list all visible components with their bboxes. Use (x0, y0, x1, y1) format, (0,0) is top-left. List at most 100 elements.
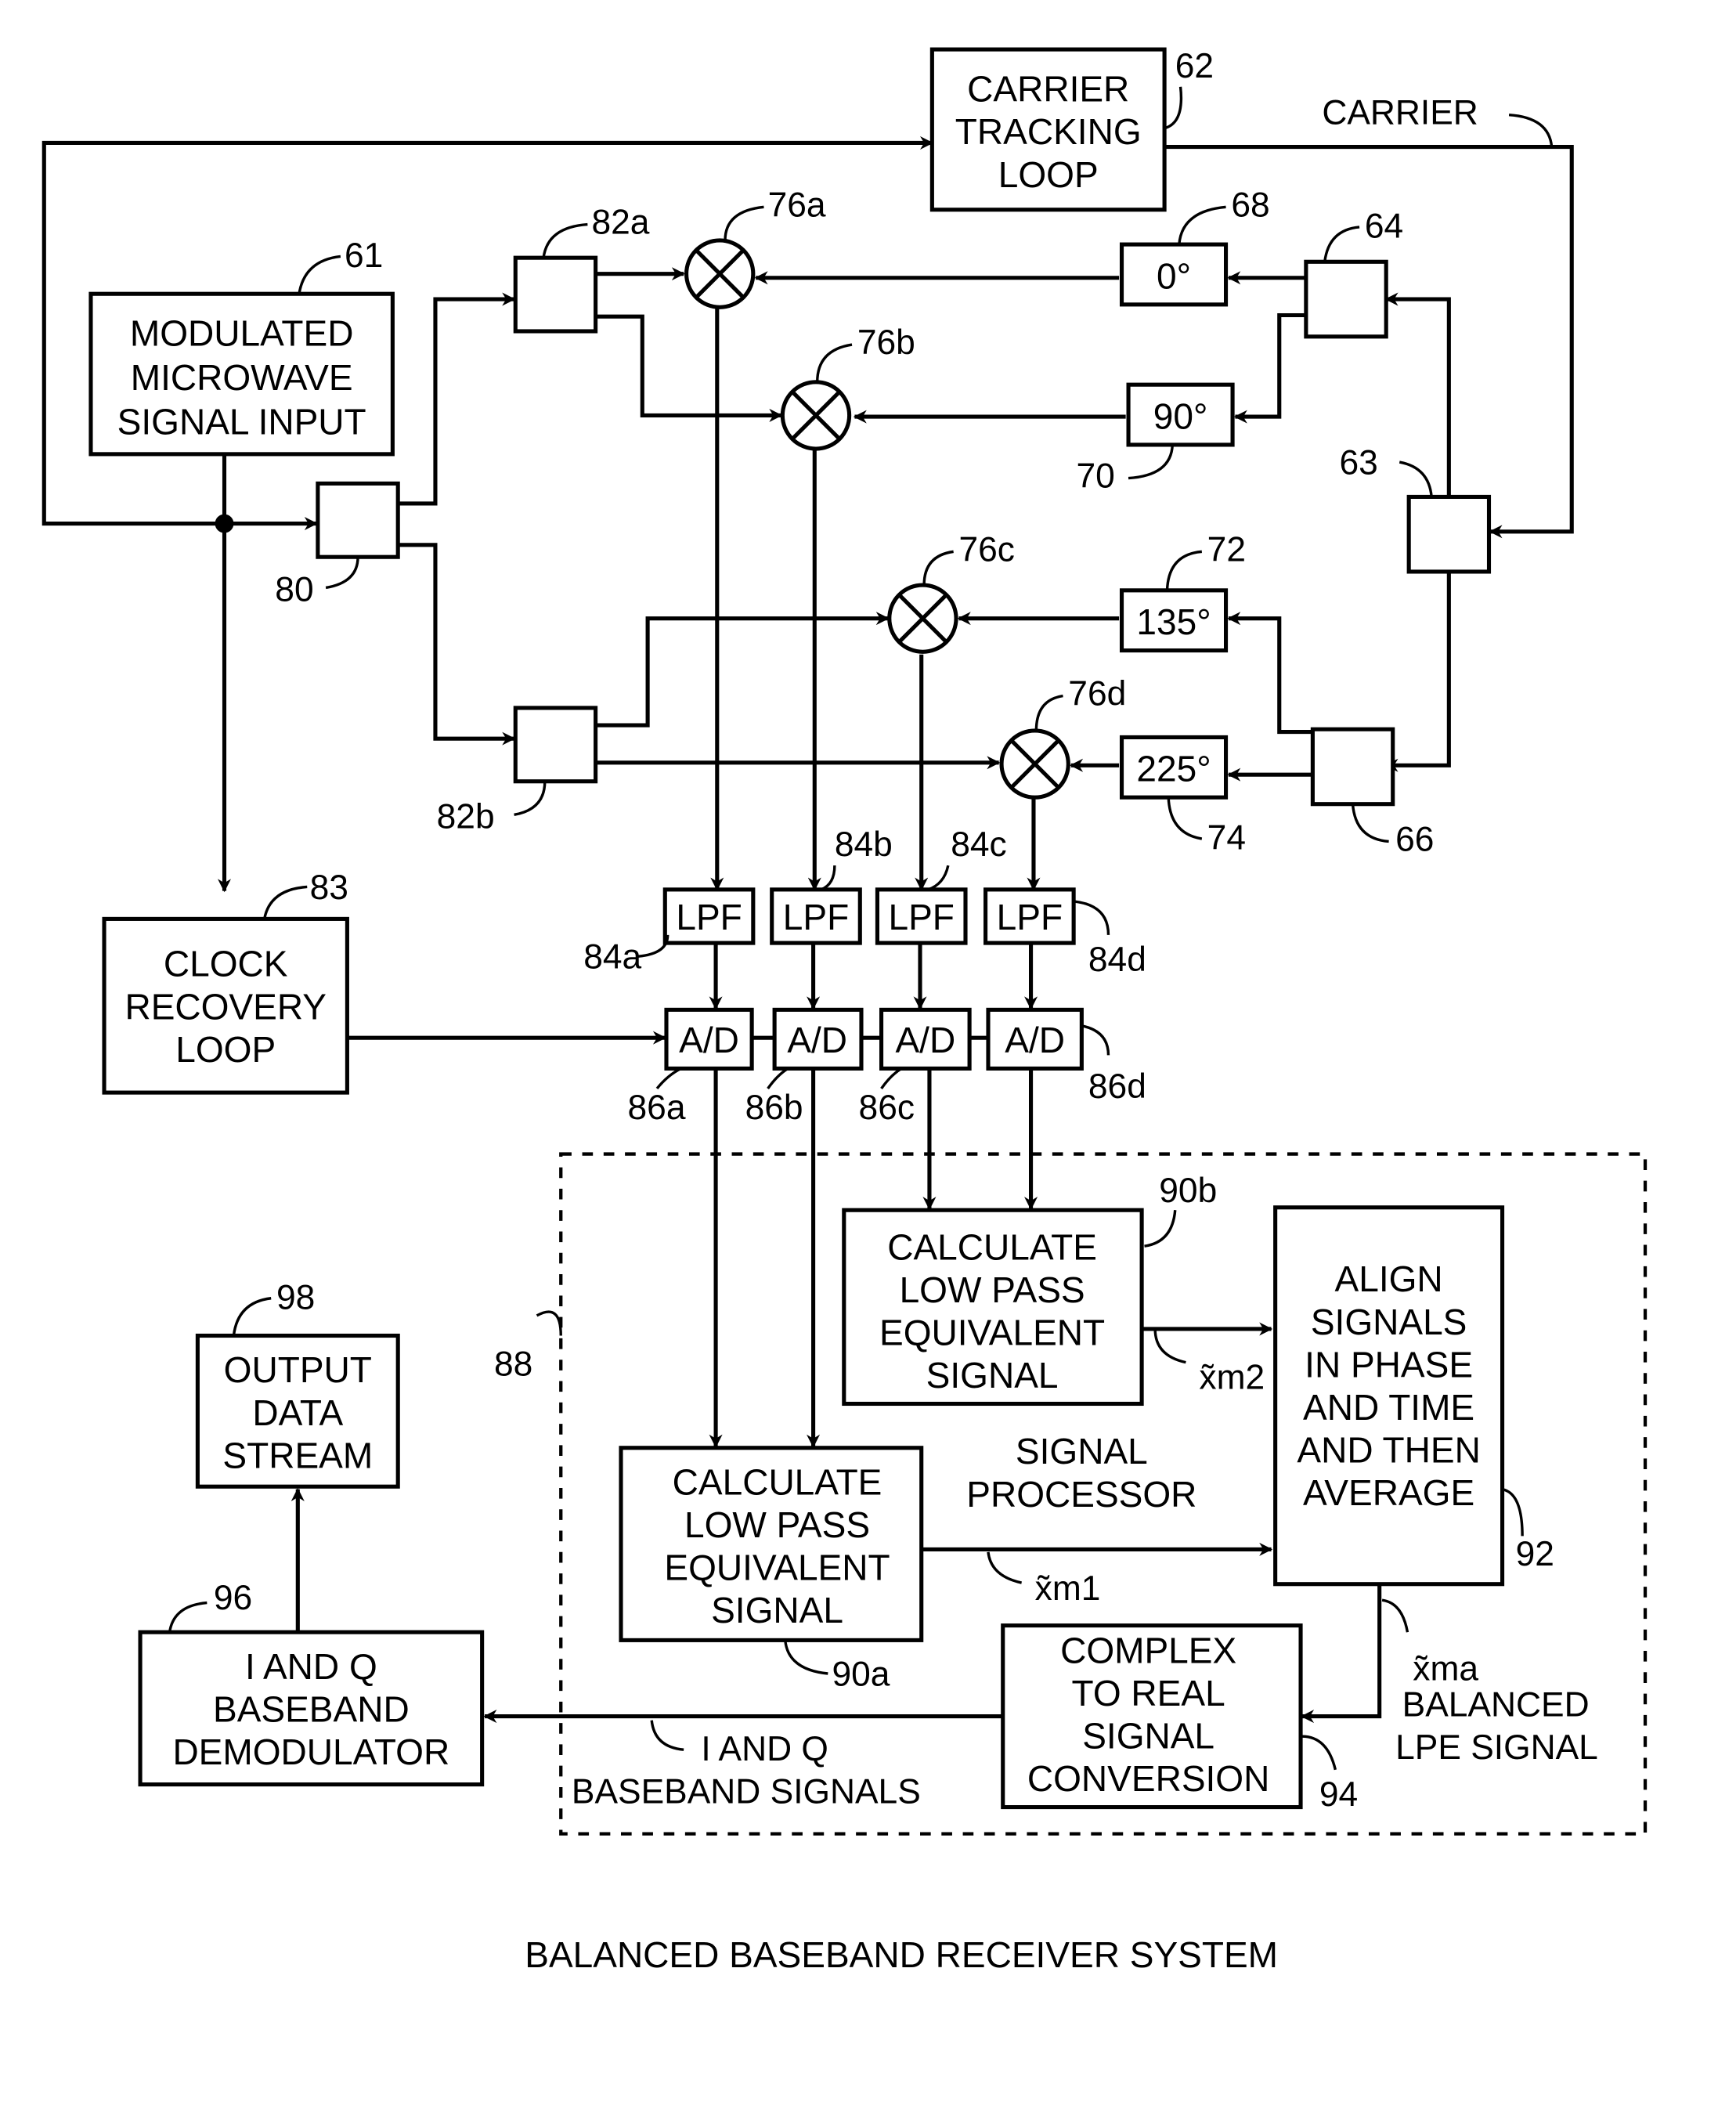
svg-text:LPE SIGNAL: LPE SIGNAL (1395, 1728, 1598, 1767)
svg-text:CALCULATE: CALCULATE (887, 1226, 1097, 1267)
lpe-block-90b: CALCULATELOW PASSEQUIVALENTSIGNAL (842, 1208, 1144, 1407)
svg-text:DEMODULATOR: DEMODULATOR (172, 1732, 449, 1772)
svg-text:MODULATED: MODULATED (130, 313, 354, 354)
svg-text:LOW PASS: LOW PASS (684, 1504, 870, 1545)
svg-text:90°: 90° (1153, 395, 1208, 436)
svg-text:SIGNALS: SIGNALS (1311, 1302, 1467, 1342)
svg-text:x̃m1: x̃m1 (1035, 1569, 1101, 1608)
phase-135: 135° (1119, 588, 1229, 653)
svg-text:SIGNAL: SIGNAL (1082, 1716, 1214, 1757)
splitter-66 (1310, 727, 1395, 807)
svg-text:MICROWAVE: MICROWAVE (131, 357, 353, 398)
clock-recovery-loop-block: CLOCKRECOVERYLOOP (102, 916, 349, 1095)
svg-text:OUTPUT: OUTPUT (224, 1349, 372, 1390)
phase-90: 90° (1126, 382, 1235, 447)
input-block: MODULATEDMICROWAVESIGNAL INPUT (88, 291, 395, 457)
demodulator-block: I AND QBASEBANDDEMODULATOR (138, 1630, 485, 1787)
adc-86a: A/D (664, 1007, 754, 1071)
svg-text:68: 68 (1231, 186, 1269, 224)
svg-text:62: 62 (1175, 47, 1214, 85)
svg-text:63: 63 (1340, 443, 1378, 482)
svg-text:AND THEN: AND THEN (1297, 1430, 1480, 1471)
svg-text:74: 74 (1207, 819, 1246, 858)
lpf-84d: LPF (983, 887, 1076, 945)
svg-text:x̃ma: x̃ma (1413, 1650, 1478, 1688)
svg-text:TRACKING: TRACKING (955, 111, 1142, 152)
svg-text:76d: 76d (1068, 675, 1126, 713)
svg-text:86d: 86d (1088, 1067, 1146, 1106)
mixer-76d (999, 728, 1070, 800)
svg-text:PROCESSOR: PROCESSOR (966, 1474, 1196, 1515)
svg-text:76c: 76c (958, 530, 1014, 569)
svg-text:EQUIVALENT: EQUIVALENT (664, 1547, 890, 1588)
svg-text:88: 88 (494, 1345, 532, 1384)
svg-text:76b: 76b (857, 323, 915, 362)
svg-text:90b: 90b (1159, 1172, 1217, 1210)
svg-text:LPF: LPF (783, 897, 849, 937)
svg-text:83: 83 (310, 869, 348, 907)
svg-text:0°: 0° (1157, 255, 1191, 296)
svg-text:BALANCED: BALANCED (1402, 1686, 1590, 1724)
svg-text:72: 72 (1207, 530, 1246, 569)
svg-text:70: 70 (1077, 457, 1115, 496)
mixer-76a (684, 238, 756, 309)
svg-text:STREAM: STREAM (222, 1435, 373, 1475)
splitter-80 (316, 481, 400, 559)
svg-text:SIGNAL INPUT: SIGNAL INPUT (117, 401, 366, 442)
svg-text:82b: 82b (437, 797, 495, 836)
svg-text:I AND Q: I AND Q (701, 1730, 828, 1768)
figure-title: BALANCED BASEBAND RECEIVER SYSTEM (525, 1934, 1278, 1975)
svg-text:I AND Q: I AND Q (245, 1646, 377, 1687)
svg-text:TO REAL: TO REAL (1072, 1673, 1225, 1714)
svg-text:RECOVERY: RECOVERY (125, 986, 327, 1027)
svg-text:135°: 135° (1136, 601, 1211, 642)
svg-text:84b: 84b (835, 825, 893, 864)
lpf-84c: LPF (875, 887, 968, 945)
svg-text:CLOCK: CLOCK (164, 944, 288, 984)
svg-text:SIGNAL: SIGNAL (926, 1355, 1059, 1396)
svg-text:61: 61 (345, 237, 383, 275)
svg-text:BASEBAND SIGNALS: BASEBAND SIGNALS (572, 1772, 921, 1811)
svg-text:SIGNAL: SIGNAL (711, 1590, 843, 1631)
carrier-tracking-loop-block: CARRIERTRACKINGLOOP (929, 47, 1167, 212)
svg-text:80: 80 (275, 570, 313, 609)
svg-text:64: 64 (1365, 208, 1403, 246)
mixer-76c (887, 583, 958, 654)
adc-86b: A/D (772, 1007, 864, 1071)
lpe-block-90a: CALCULATELOW PASSEQUIVALENTSIGNAL (619, 1446, 924, 1642)
svg-text:LOOP: LOOP (998, 154, 1099, 195)
svg-text:225°: 225° (1136, 749, 1211, 789)
svg-text:CARRIER: CARRIER (967, 69, 1129, 110)
svg-text:84a: 84a (583, 937, 641, 976)
svg-text:96: 96 (214, 1579, 252, 1617)
svg-text:82a: 82a (591, 203, 649, 241)
svg-text:COMPLEX: COMPLEX (1060, 1630, 1236, 1670)
svg-text:LOOP: LOOP (175, 1029, 276, 1070)
svg-text:DATA: DATA (252, 1392, 343, 1433)
align-average-block: ALIGNSIGNALSIN PHASEAND TIMEAND THENAVER… (1273, 1205, 1505, 1587)
svg-text:92: 92 (1516, 1535, 1554, 1573)
svg-text:A/D: A/D (787, 1020, 847, 1060)
svg-text:IN PHASE: IN PHASE (1305, 1344, 1473, 1385)
svg-text:66: 66 (1395, 820, 1434, 858)
svg-text:86b: 86b (745, 1089, 803, 1127)
svg-text:A/D: A/D (1005, 1020, 1065, 1060)
svg-text:AND TIME: AND TIME (1303, 1387, 1474, 1428)
adc-86c: A/D (879, 1007, 972, 1071)
svg-text:x̃m2: x̃m2 (1199, 1359, 1265, 1397)
splitter-63 (1406, 494, 1492, 574)
output-block: OUTPUTDATASTREAM (195, 1333, 400, 1489)
junction-dot (215, 514, 234, 533)
svg-text:A/D: A/D (895, 1020, 955, 1060)
svg-text:A/D: A/D (679, 1020, 739, 1060)
svg-text:AVERAGE: AVERAGE (1303, 1472, 1474, 1513)
block-diagram: MODULATEDMICROWAVESIGNAL INPUT CARRIERTR… (42, 47, 1648, 1975)
svg-text:90a: 90a (832, 1655, 890, 1693)
adc-86d: A/D (986, 1007, 1084, 1071)
svg-text:84d: 84d (1088, 941, 1146, 979)
lpf-84b: LPF (770, 887, 862, 945)
svg-text:84c: 84c (951, 825, 1006, 864)
mixer-76b (780, 380, 852, 451)
splitter-64 (1304, 259, 1388, 339)
svg-text:SIGNAL: SIGNAL (1016, 1431, 1148, 1472)
